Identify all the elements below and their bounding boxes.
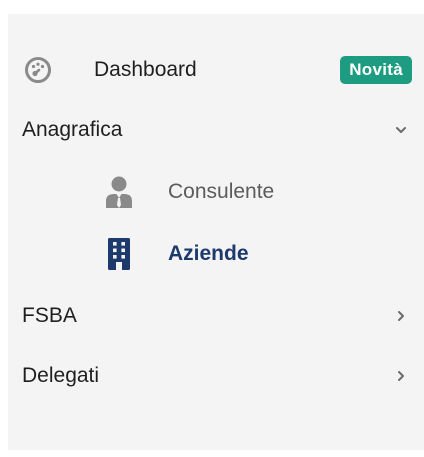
sidebar-item-dashboard[interactable]: Dashboard Novità — [8, 44, 424, 96]
building-icon — [106, 237, 132, 271]
sidebar-item-label: Dashboard — [94, 58, 197, 81]
chevron-right-icon — [394, 309, 408, 323]
sidebar-item-fsba[interactable]: FSBA — [8, 290, 424, 342]
sidebar-item-label: FSBA — [22, 304, 77, 327]
sidebar-item-label: Delegati — [22, 364, 100, 387]
chevron-down-icon — [394, 123, 408, 137]
sidebar-subitem-consulente[interactable]: Consulente — [8, 166, 424, 218]
sidebar-subitem-aziende[interactable]: Aziende — [8, 228, 424, 280]
new-badge: Novità — [340, 56, 412, 84]
sidebar-item-label: Anagrafica — [22, 118, 123, 141]
sidebar-item-anagrafica[interactable]: Anagrafica — [8, 104, 424, 156]
user-tie-icon — [104, 175, 134, 209]
sidebar: Dashboard Novità Anagrafica Consulente A… — [8, 14, 424, 450]
sidebar-subitem-label: Aziende — [168, 242, 249, 265]
sidebar-item-delegati[interactable]: Delegati — [8, 350, 424, 402]
gauge-icon — [24, 56, 52, 84]
chevron-right-icon — [394, 369, 408, 383]
sidebar-subitem-label: Consulente — [168, 180, 275, 203]
